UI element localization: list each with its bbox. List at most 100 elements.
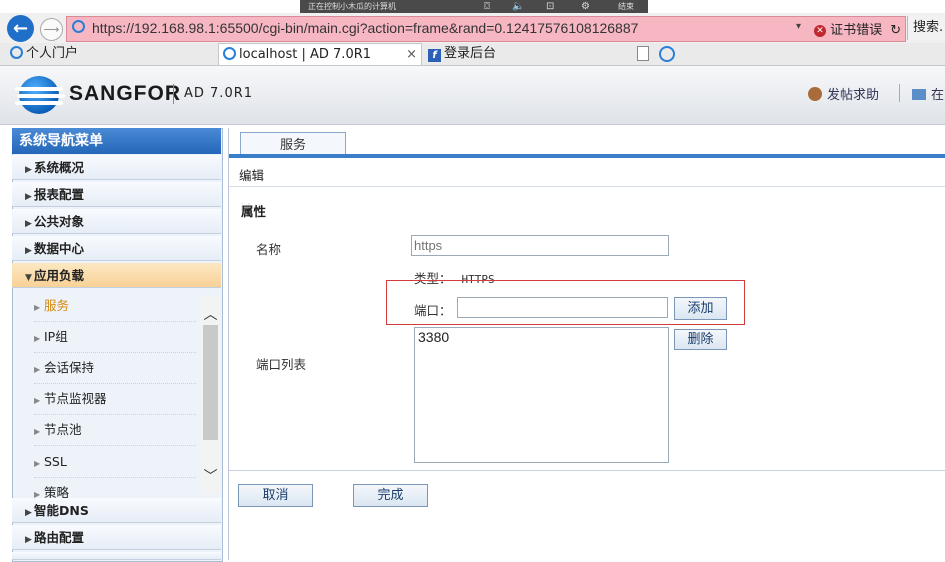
chevron-right-icon: ▶ [34,365,41,374]
chevron-right-icon: ▶ [25,219,32,229]
window-icon[interactable]: ⊡ [546,0,554,13]
url-dropdown-icon[interactable]: ▾ [796,21,801,32]
back-arrow-icon[interactable]: ← [7,15,34,42]
sidebar-subitem-label: 策略 [44,485,70,498]
url-text[interactable]: https://192.168.98.1:65500/cgi-bin/main.… [92,20,638,36]
tab-localhost[interactable]: localhost | AD 7.0R1 × [218,43,422,65]
name-label: 名称 [256,242,282,257]
port-list-label: 端口列表 [256,357,307,372]
sidebar-item-public-objects[interactable]: ▶ 公共对象 [12,209,221,234]
sidebar-subitem-label: IP组 [44,329,68,344]
cert-error-indicator[interactable]: ✕ 证书错误 ↻ [814,19,901,38]
settings-icon[interactable]: ⚙ [581,0,590,13]
sidebar-subitem-ssl[interactable]: ▶ SSL [34,447,196,478]
user-icon [808,87,822,101]
chat-icon [912,89,926,100]
tab-login-backend[interactable]: f 登录后台 [428,43,496,65]
bottom-divider [229,470,945,471]
chevron-right-icon: ▶ [34,490,41,498]
product-version: AD 7.0R1 [184,86,254,101]
tab-favicon-icon: f [428,49,441,62]
cert-error-icon: ✕ [814,25,826,37]
scroll-down-icon[interactable]: ﹀ [201,466,220,486]
sidebar-item-smart-dns[interactable]: ▶ 智能DNS [12,498,221,523]
sidebar-item-label: 数据中心 [34,241,85,256]
sidebar-item-label: 系统概况 [34,160,85,175]
chevron-right-icon: ▶ [25,165,32,175]
port-list-item[interactable]: 3380 [418,329,665,345]
chevron-right-icon: ▶ [25,535,32,545]
chevron-right-icon: ▶ [25,192,32,202]
close-icon[interactable]: × [406,44,417,66]
remote-control-bar: 正在控制小木瓜的计算机 ⌼ 🔈 ⊡ ⚙ 结束 [300,0,648,13]
chevron-right-icon: ▶ [34,334,41,343]
chevron-right-icon: ▶ [34,303,41,312]
sangfor-logo-icon [15,76,65,114]
sidebar-subitem-session-keep[interactable]: ▶ 会话保持 [34,353,196,384]
new-tab-icon[interactable] [637,46,649,61]
sidebar-item-label: 应用负载 [34,268,85,283]
logo-divider [173,84,174,104]
tab-personal-portal[interactable]: 个人门户 [10,43,78,65]
finish-button[interactable]: 完成 [353,484,428,507]
volume-icon[interactable]: 🔈 [512,0,524,13]
sidebar-item-report-config[interactable]: ▶ 报表配置 [12,182,221,207]
brand-name: SANGFOR [69,82,181,105]
tab-label: localhost | AD 7.0R1 [239,47,372,62]
cancel-button[interactable]: 取消 [238,484,313,507]
sidebar-item-cutoff[interactable] [12,552,221,560]
sidebar-scrollbar-thumb[interactable] [203,325,218,440]
ie-home-icon[interactable] [659,46,678,63]
chevron-right-icon: ▶ [25,508,32,518]
sidebar-title: 系统导航菜单 [12,128,221,154]
tab-label: 个人门户 [26,46,79,61]
chevron-right-icon: ▶ [34,396,41,405]
sidebar-item-data-center[interactable]: ▶ 数据中心 [12,236,221,261]
ie-icon [10,46,23,59]
header-divider [899,84,900,102]
sidebar-subitem-label: 会话保持 [44,360,95,375]
sidebar-subitem-policy[interactable]: ▶ 策略 [34,478,196,498]
edit-row [229,158,945,187]
chevron-down-icon: ▼ [25,273,32,283]
sidebar-item-label: 报表配置 [34,187,85,202]
sidebar-item-label: 路由配置 [34,530,85,545]
sidebar-subitem-ip-group[interactable]: ▶ IP组 [34,322,196,353]
ie-page-icon [72,20,88,34]
sidebar-item-route-config[interactable]: ▶ 路由配置 [12,525,221,550]
name-input[interactable] [411,235,669,256]
header-more-link[interactable]: 在 [912,84,944,103]
sidebar-subitem-node-pool[interactable]: ▶ 节点池 [34,415,196,446]
end-button[interactable]: 结束 [618,0,634,13]
port-input[interactable] [457,297,668,318]
sidebar-subitem-label: SSL [44,454,67,469]
help-post-label: 发帖求助 [827,88,880,103]
forward-arrow-icon[interactable]: ⟶ [40,18,63,41]
add-button[interactable]: 添加 [674,297,727,320]
header-more-label: 在 [931,88,945,103]
port-label: 端口： [414,303,452,318]
edit-label: 编辑 [239,168,265,183]
cert-error-label: 证书错误 [830,23,883,38]
help-post-link[interactable]: 发帖求助 [808,84,879,103]
sidebar-subitem-service[interactable]: ▶ 服务 [34,291,196,322]
sidebar-item-app-load[interactable]: ▼ 应用负载 [12,263,221,288]
search-button[interactable]: 搜索. [907,16,945,40]
tab-label: 登录后台 [444,46,497,61]
remote-control-title: 正在控制小木瓜的计算机 [308,2,396,11]
sidebar-subitem-label: 服务 [44,298,70,313]
port-list-box[interactable]: 3380 [414,327,669,463]
refresh-icon[interactable]: ↻ [890,23,901,38]
delete-button[interactable]: 删除 [674,329,727,350]
sidebar-item-label: 智能DNS [34,503,89,518]
sidebar-item-label: 公共对象 [34,214,85,229]
sidebar-subitem-label: 节点监视器 [44,391,107,406]
ie-icon [223,47,236,60]
sidebar-subitem-node-monitor[interactable]: ▶ 节点监视器 [34,384,196,415]
chevron-right-icon: ▶ [34,459,41,468]
section-title: 属性 [241,204,267,219]
sidebar-item-system-overview[interactable]: ▶ 系统概况 [12,155,221,180]
pin-icon[interactable]: ⌼ [484,0,490,13]
chevron-right-icon: ▶ [34,427,41,436]
scroll-up-icon[interactable]: ︿ [201,304,220,324]
